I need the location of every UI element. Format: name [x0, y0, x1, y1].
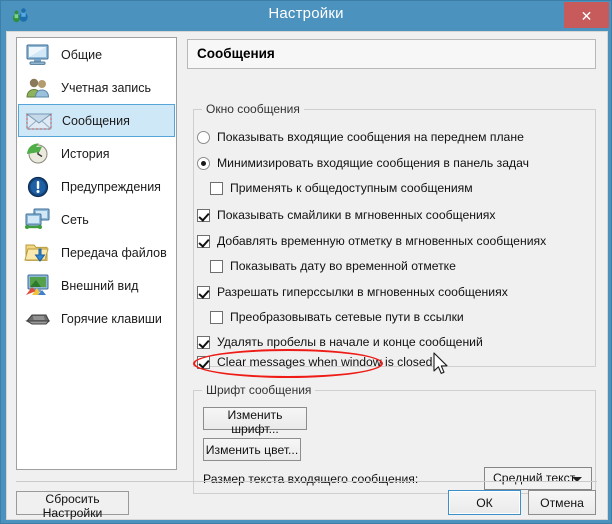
- checkbox-icon[interactable]: [197, 234, 210, 248]
- appearance-icon: [23, 273, 53, 299]
- close-icon[interactable]: ✕: [564, 2, 609, 28]
- settings-window: Настройки ✕ Общие Учетная запись Сообщен…: [0, 0, 612, 524]
- radio-icon[interactable]: [197, 130, 210, 144]
- option-label: Показывать входящие сообщения на передне…: [217, 130, 524, 144]
- page-title-text: Сообщения: [197, 46, 275, 61]
- checkbox-icon[interactable]: [197, 335, 210, 349]
- sidebar-item-history[interactable]: История: [18, 137, 175, 170]
- users-icon: [23, 75, 53, 101]
- sidebar-item-label: Сеть: [61, 212, 89, 227]
- text-size-value: Средний текст: [493, 471, 576, 485]
- page-title: Сообщения: [187, 39, 596, 69]
- warning-circle-icon: [23, 174, 53, 200]
- checkbox-icon[interactable]: [210, 181, 223, 195]
- reset-settings-button[interactable]: Сбросить Настройки: [16, 491, 129, 520]
- option-label: Преобразовывать сетевые пути в ссылки: [230, 310, 464, 324]
- folder-download-icon: [23, 240, 53, 266]
- option-trim-whitespace[interactable]: Удалять пробелы в начале и конце сообщен…: [197, 335, 483, 349]
- group-legend: Шрифт сообщения: [202, 383, 316, 397]
- window-title: Настройки: [268, 5, 344, 22]
- footer-divider: [16, 481, 597, 482]
- sidebar-item-label: Передача файлов: [61, 245, 167, 260]
- sidebar-item-file-transfer[interactable]: Передача файлов: [18, 236, 175, 269]
- option-clear-messages-on-close[interactable]: Clear messages when window is closed: [197, 355, 432, 369]
- sidebar-item-hotkeys[interactable]: Горячие клавиши: [18, 302, 175, 335]
- sidebar-item-account[interactable]: Учетная запись: [18, 71, 175, 104]
- change-font-button[interactable]: Изменить шрифт...: [203, 407, 307, 436]
- sidebar-item-network[interactable]: Сеть: [18, 203, 175, 236]
- radio-icon[interactable]: [197, 156, 210, 170]
- option-label: Удалять пробелы в начале и конце сообщен…: [217, 335, 483, 349]
- ok-button[interactable]: ОК: [448, 490, 521, 515]
- group-legend: Окно сообщения: [202, 102, 304, 116]
- sidebar-item-label: История: [61, 146, 110, 161]
- option-minimize-to-taskbar[interactable]: Минимизировать входящие сообщения в пане…: [197, 156, 529, 170]
- sidebar-item-label: Общие: [61, 47, 103, 62]
- option-show-smileys[interactable]: Показывать смайлики в мгновенных сообщен…: [197, 208, 495, 222]
- change-color-button[interactable]: Изменить цвет...: [203, 438, 301, 461]
- monitor-icon: [23, 42, 53, 68]
- option-label: Разрешать гиперссылки в мгновенных сообщ…: [217, 285, 508, 299]
- keyboard-icon: [23, 306, 53, 332]
- option-label: Добавлять временную отметку в мгновенных…: [217, 234, 547, 248]
- network-icon: [23, 207, 53, 233]
- text-size-dropdown[interactable]: Средний текст: [484, 467, 592, 490]
- option-allow-hyperlinks[interactable]: Разрешать гиперссылки в мгновенных сообщ…: [197, 285, 508, 299]
- sidebar-item-label: Горячие клавиши: [61, 311, 162, 326]
- sidebar-item-appearance[interactable]: Внешний вид: [18, 269, 175, 302]
- title-bar: Настройки ✕: [1, 1, 611, 31]
- checkbox-icon[interactable]: [197, 208, 210, 222]
- option-apply-to-public-messages[interactable]: Применять к общедоступным сообщениям: [210, 181, 473, 195]
- sidebar-item-warnings[interactable]: Предупреждения: [18, 170, 175, 203]
- sidebar-item-label: Сообщения: [62, 113, 130, 128]
- option-label: Показывать дату во временной отметке: [230, 259, 456, 273]
- envelope-icon: [24, 108, 54, 134]
- sidebar-item-label: Внешний вид: [61, 278, 139, 293]
- text-size-label: Размер текста входящего сообщения:: [203, 472, 419, 486]
- checkbox-icon[interactable]: [210, 259, 223, 273]
- option-convert-network-paths[interactable]: Преобразовывать сетевые пути в ссылки: [210, 310, 464, 324]
- sidebar-item-general[interactable]: Общие: [18, 38, 175, 71]
- option-label: Clear messages when window is closed: [217, 355, 433, 369]
- settings-category-list[interactable]: Общие Учетная запись Сообщения История П…: [16, 37, 177, 470]
- option-label: Применять к общедоступным сообщениям: [230, 181, 473, 195]
- sidebar-item-label: Учетная запись: [61, 80, 152, 95]
- sidebar-item-label: Предупреждения: [61, 179, 161, 194]
- cancel-button[interactable]: Отмена: [528, 490, 596, 515]
- clock-arrow-icon: [23, 141, 53, 167]
- checkbox-icon[interactable]: [197, 285, 210, 299]
- checkbox-icon[interactable]: [210, 310, 223, 324]
- option-label: Показывать смайлики в мгновенных сообщен…: [217, 208, 496, 222]
- option-show-incoming-foreground[interactable]: Показывать входящие сообщения на передне…: [197, 130, 524, 144]
- client-area: Общие Учетная запись Сообщения История П…: [6, 31, 608, 520]
- sidebar-item-messages[interactable]: Сообщения: [18, 104, 175, 137]
- option-add-timestamp[interactable]: Добавлять временную отметку в мгновенных…: [197, 234, 546, 248]
- checkbox-icon[interactable]: [197, 355, 210, 369]
- option-show-date-in-timestamp[interactable]: Показывать дату во временной отметке: [210, 259, 456, 273]
- option-label: Минимизировать входящие сообщения в пане…: [217, 156, 529, 170]
